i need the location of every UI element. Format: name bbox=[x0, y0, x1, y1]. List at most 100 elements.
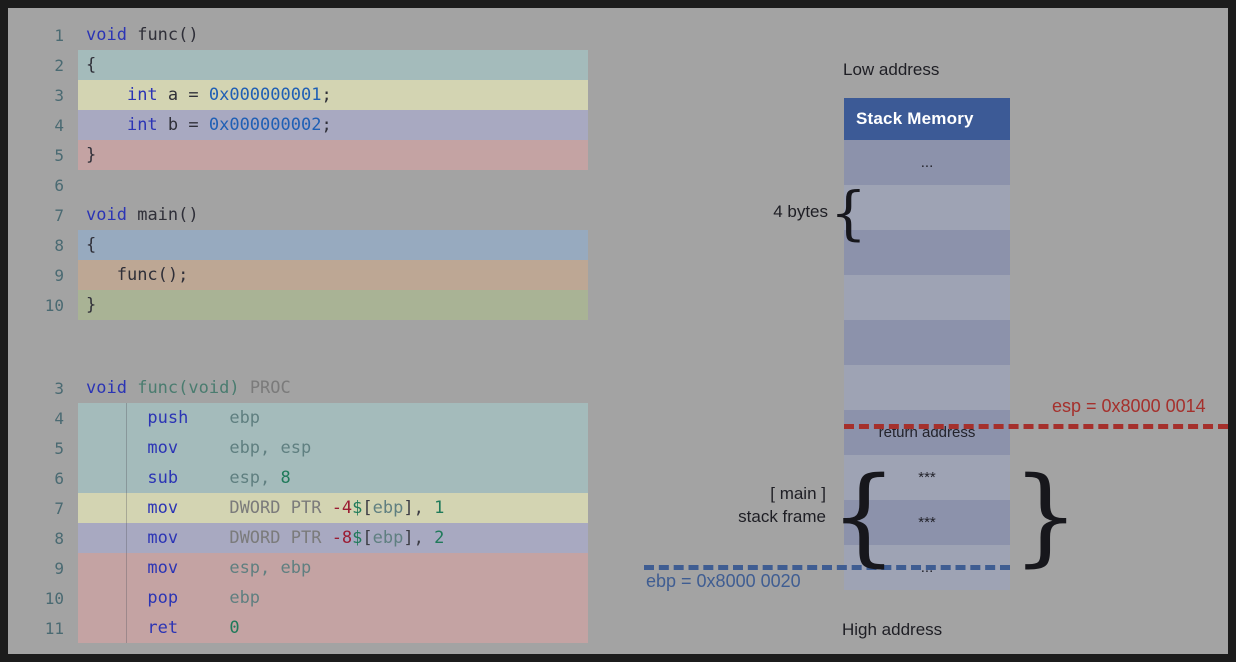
code-token: } bbox=[86, 295, 97, 315]
asm-code-line: 4 push ebp bbox=[8, 403, 588, 433]
code-token: a = bbox=[157, 85, 209, 105]
line-number: 11 bbox=[44, 618, 64, 638]
asm-code-line: 6 sub esp, 8 bbox=[8, 463, 588, 493]
main-stack-frame-label: [ main ] stack frame bbox=[668, 483, 826, 529]
slide-canvas: 1 void func() 2{3 int a = 0x000000001; 4 in… bbox=[8, 8, 1228, 654]
line-number: 6 bbox=[54, 175, 64, 195]
code-token: void bbox=[86, 378, 127, 398]
code-line-text bbox=[78, 170, 588, 200]
code-token: mov bbox=[147, 438, 179, 458]
code-token: [ bbox=[362, 498, 373, 518]
code-token: ] bbox=[403, 498, 414, 518]
code-token: pop bbox=[147, 588, 179, 608]
code-line-text: push ebp bbox=[78, 403, 588, 433]
stack-cell bbox=[844, 230, 1010, 275]
code-token: esp, ebp bbox=[229, 558, 312, 578]
asm-gutter-separator bbox=[126, 403, 127, 433]
code-token: sub bbox=[147, 468, 179, 488]
code-line-text: int a = 0x000000001; bbox=[78, 80, 588, 110]
stack-cell: ... bbox=[844, 140, 1010, 185]
code-token: () bbox=[178, 25, 199, 45]
code-token: , bbox=[413, 498, 435, 518]
asm-code-line: 11 ret 0 bbox=[8, 613, 588, 643]
code-token: b = bbox=[157, 115, 209, 135]
code-token: main bbox=[137, 205, 179, 225]
line-number: 5 bbox=[54, 438, 64, 458]
code-token: , bbox=[413, 528, 435, 548]
code-token: void bbox=[86, 25, 127, 45]
code-line-text: mov ebp, esp bbox=[78, 433, 588, 463]
code-token: int bbox=[126, 115, 158, 135]
code-token: 0x000000002 bbox=[208, 115, 322, 135]
code-line-text: sub esp, 8 bbox=[78, 463, 588, 493]
code-token: -4 bbox=[331, 498, 353, 518]
c-code-line: 9 func(); bbox=[8, 260, 588, 290]
code-line-text: mov DWORD PTR -8$[ebp], 2 bbox=[78, 523, 588, 553]
code-token: mov bbox=[147, 528, 179, 548]
stack-cell bbox=[844, 275, 1010, 320]
asm-gutter-separator bbox=[126, 463, 127, 493]
code-line-text: func(); bbox=[78, 260, 588, 290]
assembly-code-block: 3 void func(void) PROC 4 push ebp 5 mov ebp… bbox=[8, 373, 588, 643]
stack-cell bbox=[844, 365, 1010, 410]
code-token: PROC bbox=[249, 378, 291, 398]
code-line-text: void main() bbox=[78, 200, 588, 230]
code-token: DWORD PTR bbox=[229, 498, 332, 518]
code-token: int bbox=[126, 85, 158, 105]
code-token: -8 bbox=[331, 528, 353, 548]
esp-dashed-line bbox=[844, 424, 1228, 429]
four-bytes-label: 4 bytes bbox=[773, 202, 828, 221]
code-line-text: { bbox=[78, 230, 588, 260]
line-number: 3 bbox=[54, 85, 64, 105]
main-frame-label-line2: stack frame bbox=[738, 506, 826, 526]
main-frame-label-line1: [ main ] bbox=[770, 484, 826, 503]
code-token: ] bbox=[403, 528, 414, 548]
c-code-line: 2{ bbox=[8, 50, 588, 80]
asm-code-line: 5 mov ebp, esp bbox=[8, 433, 588, 463]
code-token: [ bbox=[362, 528, 373, 548]
asm-code-line: 10 pop ebp bbox=[8, 583, 588, 613]
line-number: 5 bbox=[54, 145, 64, 165]
code-line-text: void func() bbox=[78, 20, 588, 50]
code-token: $ bbox=[352, 498, 363, 518]
line-number: 2 bbox=[54, 55, 64, 75]
line-number: 4 bbox=[54, 408, 64, 428]
c-source-code-block: 1 void func() 2{3 int a = 0x000000001; 4 in… bbox=[8, 20, 588, 320]
c-code-line: 1 void func() bbox=[8, 20, 588, 50]
code-token: ebp bbox=[372, 528, 404, 548]
code-token: mov bbox=[147, 498, 179, 518]
asm-gutter-separator bbox=[126, 583, 127, 613]
code-token: func(void) bbox=[137, 378, 240, 398]
main-frame-right-brace-icon: } bbox=[1012, 454, 1080, 577]
c-code-line: 6 bbox=[8, 170, 588, 200]
ebp-dashed-line bbox=[644, 565, 1010, 570]
line-number: 10 bbox=[44, 295, 64, 315]
code-token: ; bbox=[321, 115, 332, 135]
code-token: mov bbox=[147, 558, 179, 578]
code-token: func bbox=[137, 25, 179, 45]
esp-value-label: esp = 0x8000 0014 bbox=[1052, 396, 1206, 416]
code-token: 2 bbox=[434, 528, 445, 548]
code-token: push bbox=[147, 408, 189, 428]
asm-code-line: 3 void func(void) PROC bbox=[8, 373, 588, 403]
low-address-label: Low address bbox=[843, 60, 940, 79]
c-code-line: 4 int b = 0x000000002; bbox=[8, 110, 588, 140]
line-number: 4 bbox=[54, 115, 64, 135]
asm-gutter-separator bbox=[126, 523, 127, 553]
line-number: 3 bbox=[54, 378, 64, 398]
